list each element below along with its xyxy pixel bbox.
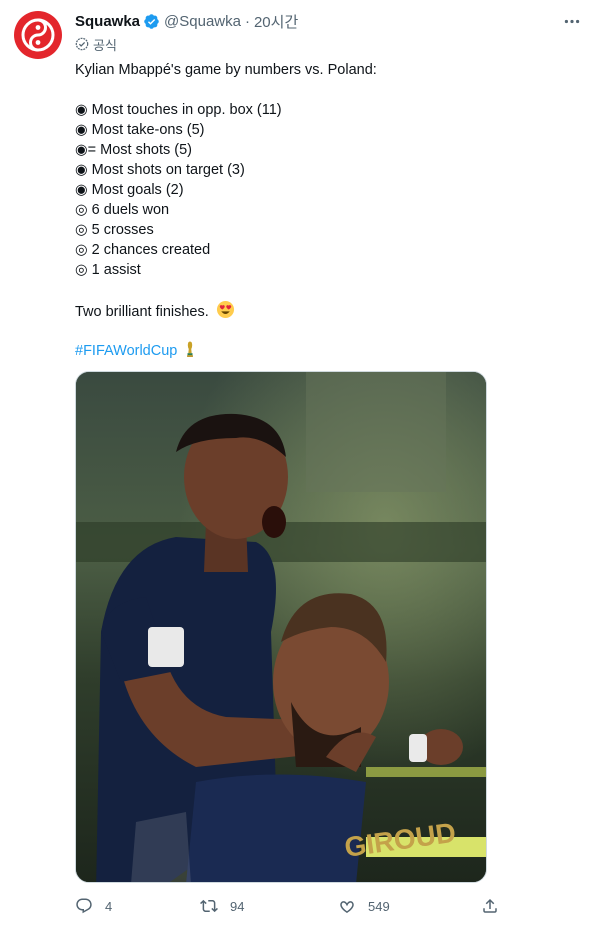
avatar[interactable] <box>14 11 62 59</box>
stat-line: ◉ Most touches in opp. box (11) <box>75 102 282 118</box>
tweet-intro: Kylian Mbappé's game by numbers vs. Pola… <box>75 62 377 78</box>
timestamp[interactable]: 20시간 <box>254 11 298 32</box>
squawka-logo-icon <box>21 18 55 52</box>
tweet-photo[interactable]: GIROUD <box>75 371 487 883</box>
retweet-button[interactable]: 94 <box>200 895 244 917</box>
retweet-count: 94 <box>230 898 245 914</box>
retweet-icon <box>200 899 218 913</box>
official-text: 공식 <box>93 37 117 53</box>
stat-line: ◎ 2 chances created <box>75 242 211 258</box>
share-icon <box>483 898 497 913</box>
official-label: 공식 <box>75 35 117 53</box>
share-button[interactable] <box>481 895 499 917</box>
handle[interactable]: @Squawka <box>164 13 241 30</box>
heart-icon <box>340 901 354 913</box>
separator-dot: · <box>244 12 250 30</box>
stat-line: ◉ Most take-ons (5) <box>75 122 205 138</box>
verified-badge-icon <box>143 13 160 30</box>
tweet-actions: 4 94 549 <box>75 895 500 917</box>
reply-count: 4 <box>105 898 113 914</box>
display-name[interactable]: Squawka <box>75 13 140 30</box>
reply-icon <box>76 898 92 914</box>
stat-line: ◉= Most shots (5) <box>75 142 193 158</box>
hashtag-line: #FIFAWorldCup <box>75 340 565 360</box>
more-options-button[interactable] <box>561 11 583 31</box>
hashtag-link[interactable]: #FIFAWorldCup <box>75 343 177 359</box>
stat-line: ◉ Most goals (2) <box>75 182 184 198</box>
reply-button[interactable]: 4 <box>75 895 112 917</box>
stat-line: ◉ Most shots on target (3) <box>75 162 245 178</box>
closing-text: Two brilliant finishes. <box>75 304 209 320</box>
trophy-emoji-icon <box>185 340 195 364</box>
celebration-photo-icon: GIROUD <box>76 372 486 882</box>
official-check-icon <box>75 37 89 51</box>
stat-line: ◎ 1 assist <box>75 262 141 278</box>
like-button[interactable]: 549 <box>338 895 390 917</box>
stat-line: ◎ 6 duels won <box>75 202 170 218</box>
like-count: 549 <box>368 898 390 914</box>
more-dots-icon <box>564 19 580 23</box>
closing-line: Two brilliant finishes. <box>75 300 565 320</box>
heart-eyes-emoji-icon <box>216 300 235 325</box>
tweet-header: Squawka @Squawka · 20시간 <box>75 11 298 31</box>
stat-line: ◎ 5 crosses <box>75 222 154 238</box>
tweet-text: Kylian Mbappé's game by numbers vs. Pola… <box>75 60 565 360</box>
